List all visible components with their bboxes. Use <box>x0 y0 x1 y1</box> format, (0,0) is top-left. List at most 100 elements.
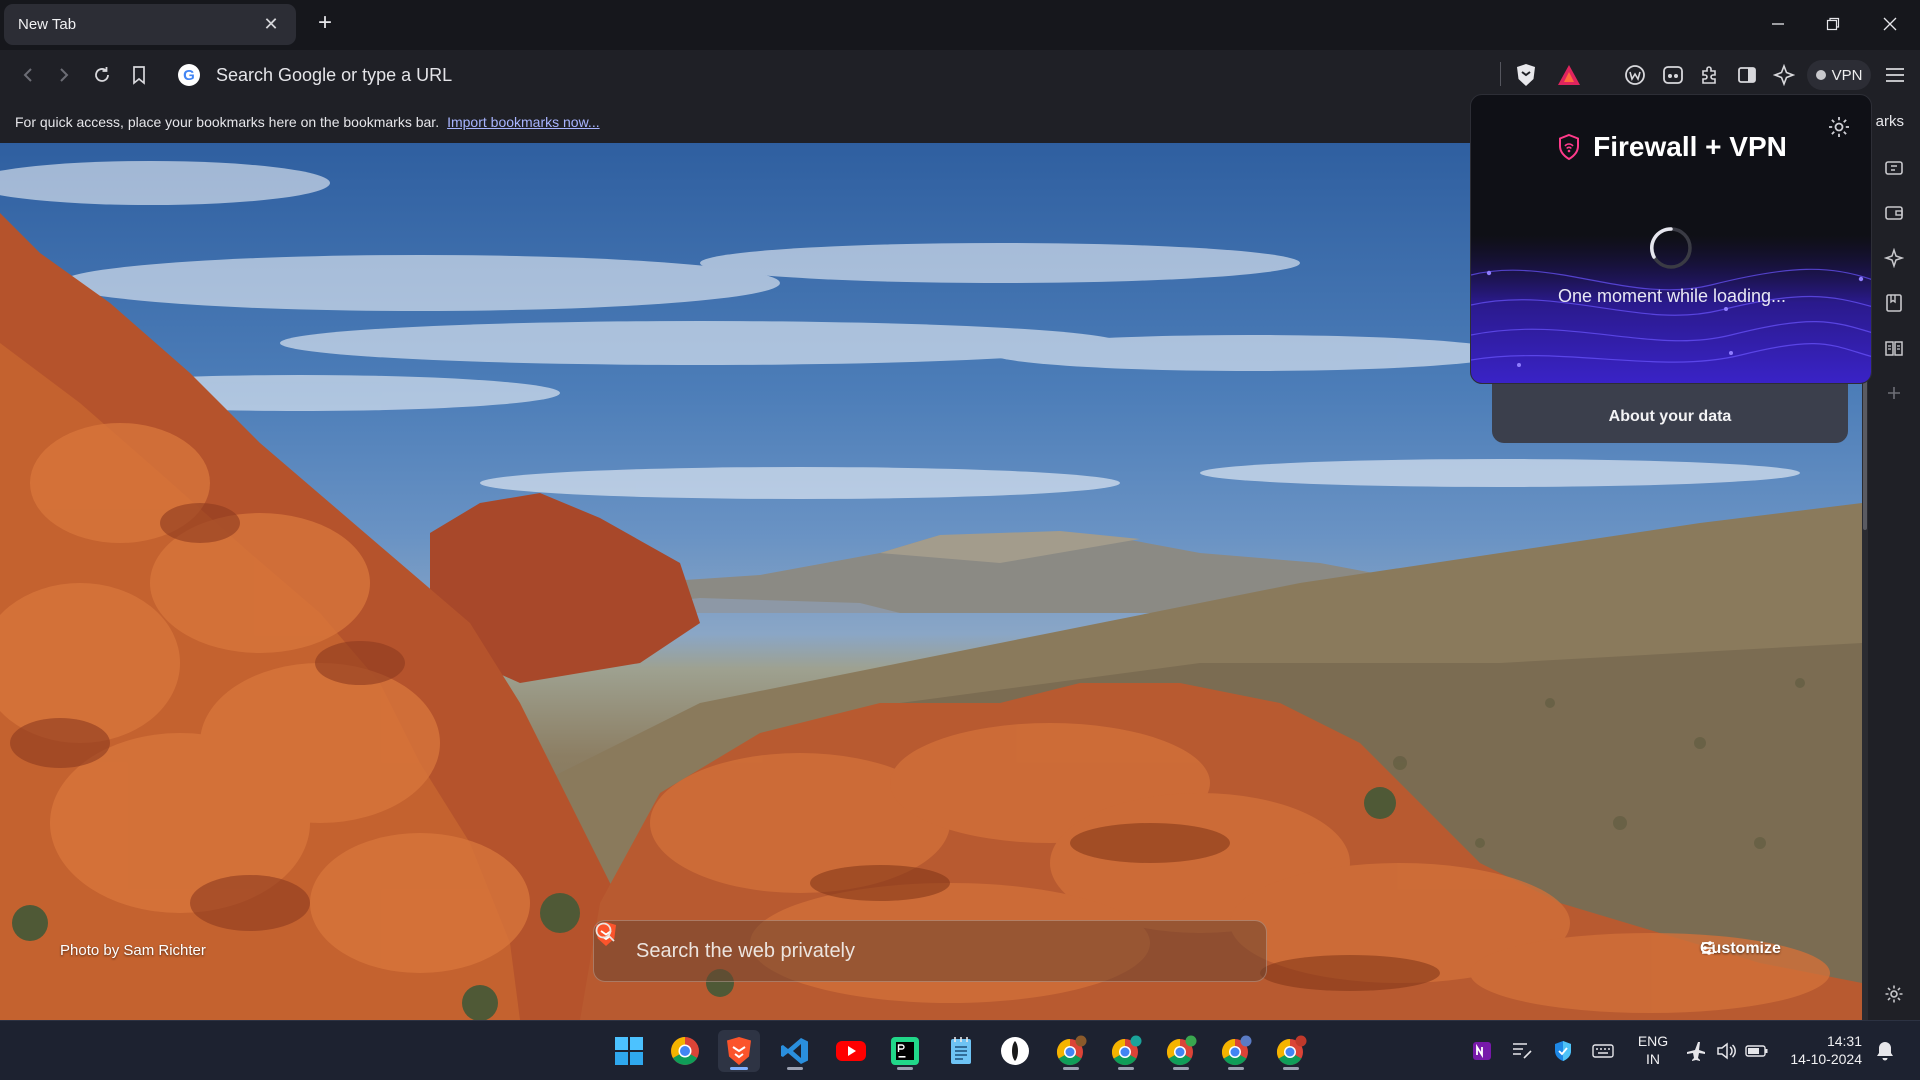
hamburger-menu-icon <box>1886 68 1904 82</box>
running-indicator <box>1283 1067 1299 1070</box>
notepad-icon <box>951 1037 971 1064</box>
reload-button[interactable] <box>88 62 116 88</box>
taskbar-start-button[interactable] <box>608 1030 650 1072</box>
customize-button[interactable]: Customize <box>1700 940 1781 958</box>
sparkle-icon <box>1773 64 1795 86</box>
sidebar-add-item[interactable] <box>1881 380 1907 406</box>
security-shield-icon <box>1555 1041 1571 1061</box>
close-window-button[interactable] <box>1868 8 1912 40</box>
arrow-left-icon <box>23 68 32 82</box>
tray-volume[interactable] <box>1714 1039 1738 1063</box>
tray-airplane-mode[interactable] <box>1684 1039 1708 1063</box>
puzzle-icon <box>1702 66 1716 84</box>
about-your-data-label: About your data <box>1608 408 1732 425</box>
leo-extension-button[interactable] <box>1660 62 1686 88</box>
private-search-box[interactable]: Search the web privately <box>593 920 1267 982</box>
brave-shields-button[interactable] <box>1513 62 1539 88</box>
leo-ai-button[interactable] <box>1771 62 1797 88</box>
taskbar-app-chrome-profile-5[interactable] <box>1270 1030 1312 1072</box>
tab-title: New Tab <box>18 16 77 33</box>
photo-credit[interactable]: Photo by Sam Richter <box>60 942 206 959</box>
taskbar-app-vscode[interactable] <box>774 1030 816 1072</box>
battery-icon <box>1745 1045 1768 1057</box>
taskbar-app-youtube[interactable] <box>830 1030 872 1072</box>
sidebar-toggle-button[interactable] <box>1734 62 1760 88</box>
taskbar-app-pycharm[interactable] <box>884 1030 926 1072</box>
taskbar-app-chrome-profile-4[interactable] <box>1215 1030 1257 1072</box>
taskbar-app-chrome[interactable] <box>664 1030 706 1072</box>
tray-onenote[interactable] <box>1470 1039 1494 1063</box>
taskbar-app-notepad[interactable] <box>940 1030 982 1072</box>
tray-battery[interactable] <box>1745 1039 1769 1063</box>
taskbar-app-chrome-profile-3[interactable] <box>1160 1030 1202 1072</box>
tray-language[interactable]: ENG IN <box>1636 1032 1670 1068</box>
keyboard-icon <box>1592 1044 1614 1058</box>
running-indicator <box>1118 1067 1134 1070</box>
wallet-icon <box>1885 206 1903 220</box>
chrome-profile-icon <box>1166 1035 1197 1066</box>
windows-start-icon <box>615 1037 643 1065</box>
taskbar-app-brave[interactable] <box>718 1030 760 1072</box>
tray-notifications[interactable] <box>1873 1039 1897 1063</box>
other-bookmarks-label[interactable]: arks <box>1876 113 1904 130</box>
taskbar-app-chrome-profile-2[interactable] <box>1105 1030 1147 1072</box>
tray-chat[interactable] <box>1510 1039 1534 1063</box>
vpn-popup: Firewall + VPN One moment while loading.… <box>1470 94 1872 384</box>
bookmarks-bar-message: For quick access, place your bookmarks h… <box>15 113 440 130</box>
chrome-profile-icon <box>1056 1035 1087 1066</box>
restore-button[interactable] <box>1811 8 1855 40</box>
forward-button[interactable] <box>50 62 78 88</box>
tray-clock[interactable]: 14:31 14-10-2024 <box>1782 1032 1862 1068</box>
sidebar-item-leo[interactable] <box>1881 245 1907 271</box>
vpn-title-row: Firewall + VPN <box>1471 131 1871 163</box>
sidebar-settings[interactable] <box>1881 981 1907 1007</box>
extensions-button[interactable] <box>1697 62 1723 88</box>
tab-new-tab[interactable]: New Tab ✕ <box>4 4 296 45</box>
minimize-button[interactable] <box>1756 8 1800 40</box>
bookmark-button[interactable] <box>125 62 153 88</box>
speaker-icon <box>1717 1042 1736 1060</box>
onenote-icon <box>1473 1042 1491 1060</box>
vpn-button[interactable]: VPN <box>1807 60 1871 90</box>
close-icon <box>1883 17 1897 31</box>
sidebar-item-reading-list[interactable] <box>1881 335 1907 361</box>
brave-shield-icon <box>1517 64 1535 86</box>
minimize-icon <box>1772 23 1784 25</box>
vpn-button-label: VPN <box>1831 66 1863 84</box>
address-bar[interactable]: G Search Google or type a URL <box>170 57 1520 93</box>
clock-date: 14-10-2024 <box>1790 1051 1862 1067</box>
back-button[interactable] <box>14 62 42 88</box>
taskbar-app-chrome-profile-1[interactable] <box>1050 1030 1092 1072</box>
search-icon[interactable] <box>594 921 616 943</box>
sidebar-item-media[interactable] <box>1881 155 1907 181</box>
sidebar-panel-icon <box>1738 67 1756 83</box>
sidebar-item-wallet[interactable] <box>1881 200 1907 226</box>
tray-defender[interactable] <box>1551 1039 1575 1063</box>
import-bookmarks-link[interactable]: Import bookmarks now... <box>447 114 600 130</box>
close-icon[interactable]: ✕ <box>260 14 282 35</box>
search-placeholder: Search the web privately <box>636 939 856 962</box>
bookmarks-book-icon <box>1886 294 1902 312</box>
chrome-profile-icon <box>1276 1035 1307 1066</box>
sidebar-item-bookmarks[interactable] <box>1881 290 1907 316</box>
rewards-triangle-icon <box>1558 65 1580 85</box>
chat-pen-icon <box>1513 1043 1532 1059</box>
bell-icon <box>1877 1042 1893 1061</box>
tray-keyboard[interactable] <box>1591 1039 1615 1063</box>
taskbar-app-green-circle[interactable] <box>994 1030 1036 1072</box>
wallet-extension-button[interactable] <box>1622 62 1648 88</box>
vscode-icon <box>781 1038 808 1064</box>
running-indicator <box>1228 1067 1244 1070</box>
gear-icon <box>1885 985 1903 1003</box>
restore-icon <box>1826 17 1840 31</box>
w-circle-icon <box>1625 65 1645 85</box>
arrow-right-icon <box>60 68 69 82</box>
brave-rewards-button[interactable] <box>1556 62 1582 88</box>
running-indicator <box>897 1067 913 1070</box>
running-indicator <box>1063 1067 1079 1070</box>
vpn-title: Firewall + VPN <box>1593 131 1787 162</box>
running-indicator <box>1173 1067 1189 1070</box>
plus-icon <box>1888 387 1900 399</box>
main-menu-button[interactable] <box>1882 62 1908 88</box>
new-tab-button[interactable]: + <box>312 11 338 37</box>
